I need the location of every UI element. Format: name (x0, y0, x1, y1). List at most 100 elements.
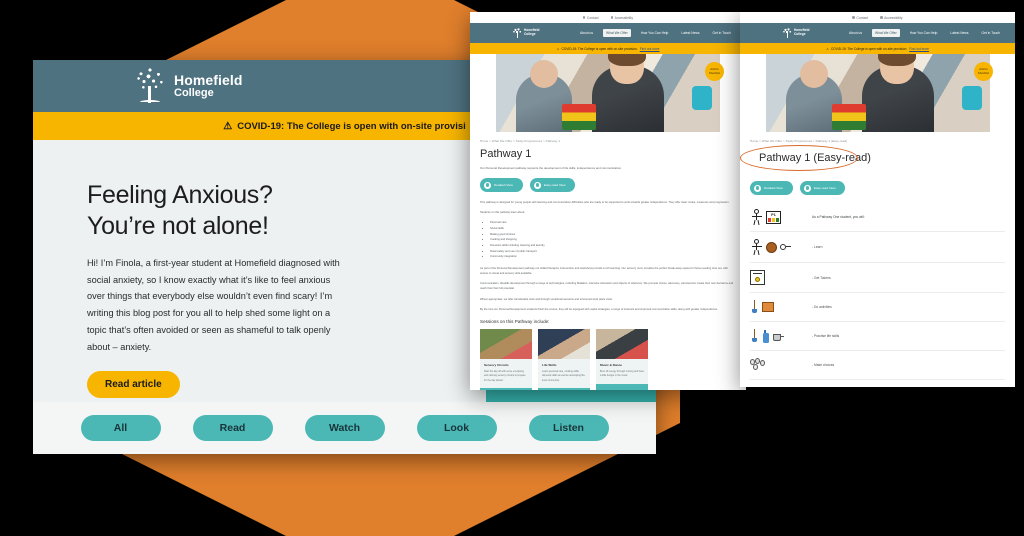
nav-item-how-you-can-help[interactable]: How You Can Help (638, 29, 672, 37)
filter-button-listen[interactable]: Listen (528, 415, 609, 441)
pot-icon (772, 331, 784, 342)
easyread-item-learn: - Learn (750, 231, 1005, 262)
nav-item-what-we-offer[interactable]: What We Offer (603, 29, 631, 37)
paint-brush-icon (750, 300, 759, 314)
warning-triangle-icon: ⚠ (826, 46, 829, 51)
session-card-footer (480, 388, 532, 390)
easyread-item-label: - Do activities (812, 305, 832, 309)
page-title: Pathway 1 (Easy-read) (740, 145, 880, 171)
detailed-view-button[interactable]: Detailed View (480, 178, 523, 193)
session-title: Sensory Circuits (484, 362, 509, 367)
easyread-item-get-tokens: - Get Tokens (750, 262, 1005, 292)
session-description: Start the day off with some energising a… (484, 369, 526, 382)
easyread-item-make-choices: - Make choices (750, 350, 1005, 379)
mail-icon (852, 16, 855, 19)
filter-button-read[interactable]: Read (192, 415, 273, 441)
homefield-college-logo[interactable]: Homefield College (512, 27, 539, 39)
detailed-view-icon (754, 184, 761, 192)
easyread-intro-text: As a Pathway One student, you will: (812, 215, 865, 219)
session-title: Music & Dance (600, 362, 623, 367)
logo-wordmark: Homefield College (174, 73, 243, 99)
session-card[interactable]: Sensory Circuits Start the day off with … (480, 328, 532, 390)
easyread-item-do-activities: - Do activities (750, 292, 1005, 321)
session-card-footer (538, 388, 590, 390)
session-photo (538, 328, 590, 359)
breadcrumb[interactable]: Home > What We Offer > Study Programmes … (750, 139, 1005, 143)
coin-icon (766, 241, 777, 253)
accessibility-icon (610, 16, 614, 19)
warning-triangle-icon: ⚠ (556, 46, 560, 51)
detailed-view-icon (484, 181, 491, 189)
brush-icon (750, 329, 759, 343)
nav-item-latest-news[interactable]: Latest News (947, 29, 971, 37)
utility-accessibility[interactable]: Accessibility (880, 16, 903, 20)
students-activity-photo (496, 54, 720, 132)
view-toggle-group: Detailed View Easy-read View (480, 178, 736, 193)
nav-item-what-we-offer[interactable]: What We Offer (872, 29, 900, 37)
filter-button-look[interactable]: Look (416, 415, 497, 441)
logo-name-line2: College (174, 86, 214, 99)
main-navigation: About us What We Offer How You Can Help … (846, 29, 1003, 37)
mail-icon (582, 16, 586, 19)
session-card-footer (596, 383, 648, 390)
view-toggle-group: Detailed View Easy-read View (750, 181, 1005, 195)
nav-item-get-in-touch[interactable]: Get in Touch (710, 29, 734, 37)
easy-read-view-icon (803, 184, 811, 192)
nav-item-get-in-touch[interactable]: Get in Touch (979, 29, 1003, 37)
nav-item-about-us[interactable]: About us (577, 29, 596, 37)
detailed-view-button[interactable]: Detailed View (750, 181, 793, 195)
learning-topics-list: Personal care Social skills Making good … (490, 220, 736, 260)
easy-read-view-button[interactable]: Easy-read View (799, 181, 846, 195)
session-card[interactable]: Life Skills Learn personal care, cooking… (538, 328, 590, 390)
session-description: Learn personal care, cooking skills, dom… (542, 369, 586, 382)
sessions-heading: Sessions on this Pathway include: (480, 318, 550, 324)
easyread-icon-group (750, 329, 802, 343)
nav-item-latest-news[interactable]: Latest News (678, 29, 702, 37)
covid-banner-link[interactable]: Find out more (909, 47, 929, 51)
body-paragraph: By the time our Personal Development stu… (480, 307, 718, 311)
utility-contact[interactable]: Contact (852, 16, 868, 20)
tree-logo-icon (512, 27, 522, 39)
bottle-icon (762, 329, 769, 343)
easy-read-view-button[interactable]: Easy-read View (529, 178, 576, 193)
easyread-item-label: - Learn (812, 245, 823, 249)
logo-wordmark: Homefield College (524, 28, 540, 36)
easyread-intro-row: P1 As a Pathway One student, you will: (750, 203, 1005, 231)
easy-read-view-icon (533, 181, 541, 189)
easyread-item-label: - Get Tokens (812, 275, 831, 280)
utility-accessibility[interactable]: Accessibility (610, 16, 633, 20)
homefield-college-logo[interactable]: Homefield College (133, 66, 243, 106)
easyread-icon-group (750, 358, 802, 372)
filter-button-watch[interactable]: Watch (304, 415, 385, 441)
accessibility-icon (880, 16, 883, 19)
filter-button-all[interactable]: All (80, 415, 161, 441)
session-card[interactable]: Music & Dance Burn off energy through mo… (596, 328, 648, 390)
covid-banner[interactable]: ⚠ COVID-19: The College is open with on-… (740, 43, 1015, 54)
covid-banner-text: COVID-19: The College is open with on-si… (237, 120, 466, 132)
list-item: Community integration (490, 254, 736, 260)
logo-name-line1: Homefield (174, 71, 243, 88)
covid-banner-link[interactable]: Find out more (640, 47, 660, 51)
person-icon (750, 209, 763, 226)
easyread-item-label: - Practise life skills (812, 334, 840, 338)
session-description: Burn off energy through moving and have … (600, 369, 644, 378)
person-icon (750, 239, 763, 256)
nav-item-about-us[interactable]: About us (846, 29, 865, 37)
pathway-easyread-window: Contact Accessibility Homefield College … (740, 12, 1015, 387)
site-header: Homefield College About us What We Offer… (470, 23, 746, 43)
pathway-detailed-window: Contact Accessibility Homefield College … (470, 12, 746, 390)
hero-copy: Feeling Anxious? You’re not alone! Hi! I… (33, 140, 486, 402)
tree-logo-icon (782, 27, 792, 39)
homefield-college-logo[interactable]: Homefield College (782, 27, 809, 39)
add-to-shortlist-badge[interactable]: Add to Shortlist (705, 62, 724, 81)
body-paragraph: As part of the Personal Development path… (480, 267, 728, 276)
add-to-shortlist-badge[interactable]: Add to Shortlist (974, 62, 993, 81)
screenshot-canvas: Homefield College About us▾ What We Offe… (0, 0, 1024, 536)
hero-paragraph: Hi! I’m Finola, a first-year student at … (87, 258, 340, 352)
utility-contact[interactable]: Contact (582, 16, 599, 20)
read-article-button[interactable]: Read article (87, 371, 180, 399)
nav-item-how-you-can-help[interactable]: How You Can Help (907, 29, 941, 37)
box-icon (762, 302, 774, 312)
breadcrumb[interactable]: Home > What We Offer > Study Programmes … (480, 139, 736, 143)
covid-banner[interactable]: ⚠ COVID-19: The College is open with on-… (470, 43, 746, 54)
